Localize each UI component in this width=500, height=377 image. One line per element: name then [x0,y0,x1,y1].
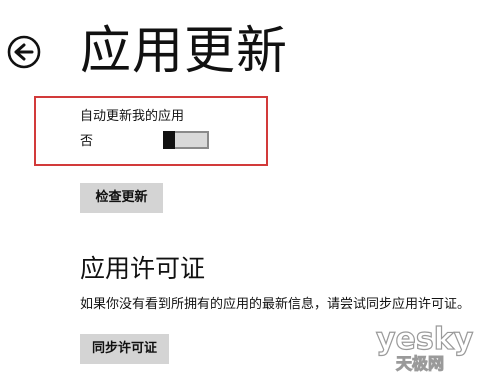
watermark-logo-text: yesky [376,322,474,357]
license-description: 如果你没有看到所拥有的应用的最新信息，请尝试同步应用许可证。 [80,297,471,312]
auto-update-label: 自动更新我的应用 [80,109,185,124]
license-section-title: 应用许可证 [80,254,206,283]
sync-licenses-button[interactable]: 同步许可证 [80,334,169,364]
highlight-box [34,96,268,166]
toggle-state-text: 否 [80,134,94,149]
toggle-thumb[interactable] [163,131,175,149]
yesky-watermark-logo: yesky 天极网 [375,321,474,373]
watermark-subtitle: 天极网 [396,354,444,373]
check-updates-button[interactable]: 检查更新 [80,183,163,213]
page-title: 应用更新 [80,22,289,81]
back-arrow-icon[interactable] [7,35,41,69]
app-updates-page: 应用更新 自动更新我的应用 否 检查更新 应用许可证 如果你没有看到所拥有的应用… [0,0,500,377]
auto-update-toggle[interactable] [163,131,209,149]
